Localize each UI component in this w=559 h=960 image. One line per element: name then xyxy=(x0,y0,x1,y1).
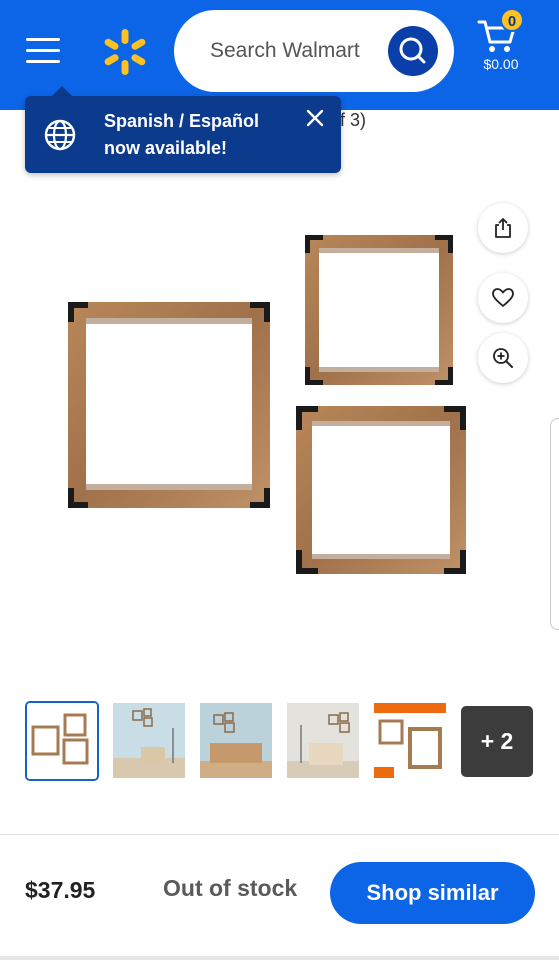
header-bar: 0 $0.00 xyxy=(0,0,559,110)
menu-icon-bar xyxy=(26,38,60,41)
thumbnail-2[interactable] xyxy=(113,703,185,778)
search-button[interactable] xyxy=(388,26,438,76)
thumbnail-image xyxy=(374,703,446,778)
bottom-edge xyxy=(0,956,559,960)
share-icon xyxy=(495,218,511,238)
product-price: $37.95 xyxy=(25,877,96,903)
heart-icon xyxy=(492,288,514,307)
product-main-image[interactable] xyxy=(40,200,490,620)
thumbnail-5[interactable] xyxy=(374,703,446,778)
zoom-in-icon xyxy=(493,348,513,368)
thumbnail-image xyxy=(200,703,272,778)
cart-total: $0.00 xyxy=(483,56,519,72)
thumbnail-image xyxy=(287,703,359,778)
search-input[interactable] xyxy=(210,34,380,68)
thumbnail-image xyxy=(113,703,185,778)
close-icon[interactable] xyxy=(303,106,327,130)
stock-status: Out of stock xyxy=(163,875,298,901)
shop-similar-button[interactable]: Shop similar xyxy=(330,862,535,924)
medium-shelf xyxy=(296,406,466,574)
zoom-button[interactable] xyxy=(478,333,528,383)
tooltip-line: now available! xyxy=(104,138,228,158)
thumbnail-1[interactable] xyxy=(25,701,99,781)
more-images-count: + 2 xyxy=(480,728,514,754)
language-tooltip: Spanish / Español now available! xyxy=(25,96,341,173)
cart-button[interactable]: 0 $0.00 xyxy=(470,6,530,80)
tooltip-message: Spanish / Español now available! xyxy=(104,108,304,162)
divider xyxy=(0,834,559,835)
favorite-button[interactable] xyxy=(478,273,528,323)
more-images-button[interactable]: + 2 xyxy=(461,706,533,777)
menu-icon-bar xyxy=(26,60,60,63)
cart-count-badge: 0 xyxy=(500,8,524,32)
walmart-spark-logo[interactable] xyxy=(100,27,150,77)
share-button[interactable] xyxy=(478,203,528,253)
globe-icon xyxy=(44,119,76,151)
thumbnail-image xyxy=(27,703,97,779)
large-shelf xyxy=(68,302,270,508)
thumbnail-4[interactable] xyxy=(287,703,359,778)
search-icon xyxy=(399,37,426,64)
small-shelf xyxy=(305,235,453,385)
tooltip-line: Spanish / Español xyxy=(104,111,260,131)
menu-button[interactable] xyxy=(22,32,64,68)
carousel-next-edge[interactable] xyxy=(550,418,559,630)
menu-icon-bar xyxy=(26,49,60,52)
search-bar xyxy=(174,10,454,92)
thumbnail-3[interactable] xyxy=(200,703,272,778)
